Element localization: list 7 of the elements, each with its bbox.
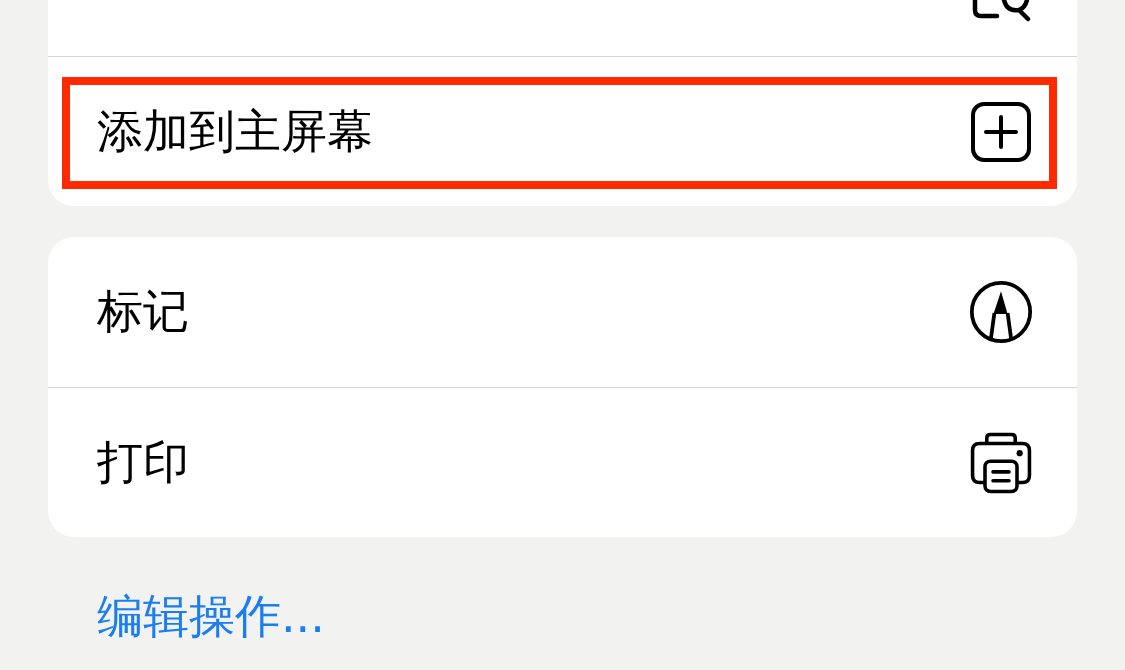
- edit-actions-link[interactable]: 编辑操作...: [97, 589, 325, 643]
- menu-item[interactable]: 打印: [48, 387, 1077, 537]
- menu-item[interactable]: 标记: [48, 237, 1077, 387]
- plus-square-icon: [969, 99, 1033, 164]
- menu-item[interactable]: 添加到主屏幕: [48, 56, 1077, 206]
- printer-icon: [969, 430, 1033, 495]
- pen-circle-icon: [969, 280, 1033, 344]
